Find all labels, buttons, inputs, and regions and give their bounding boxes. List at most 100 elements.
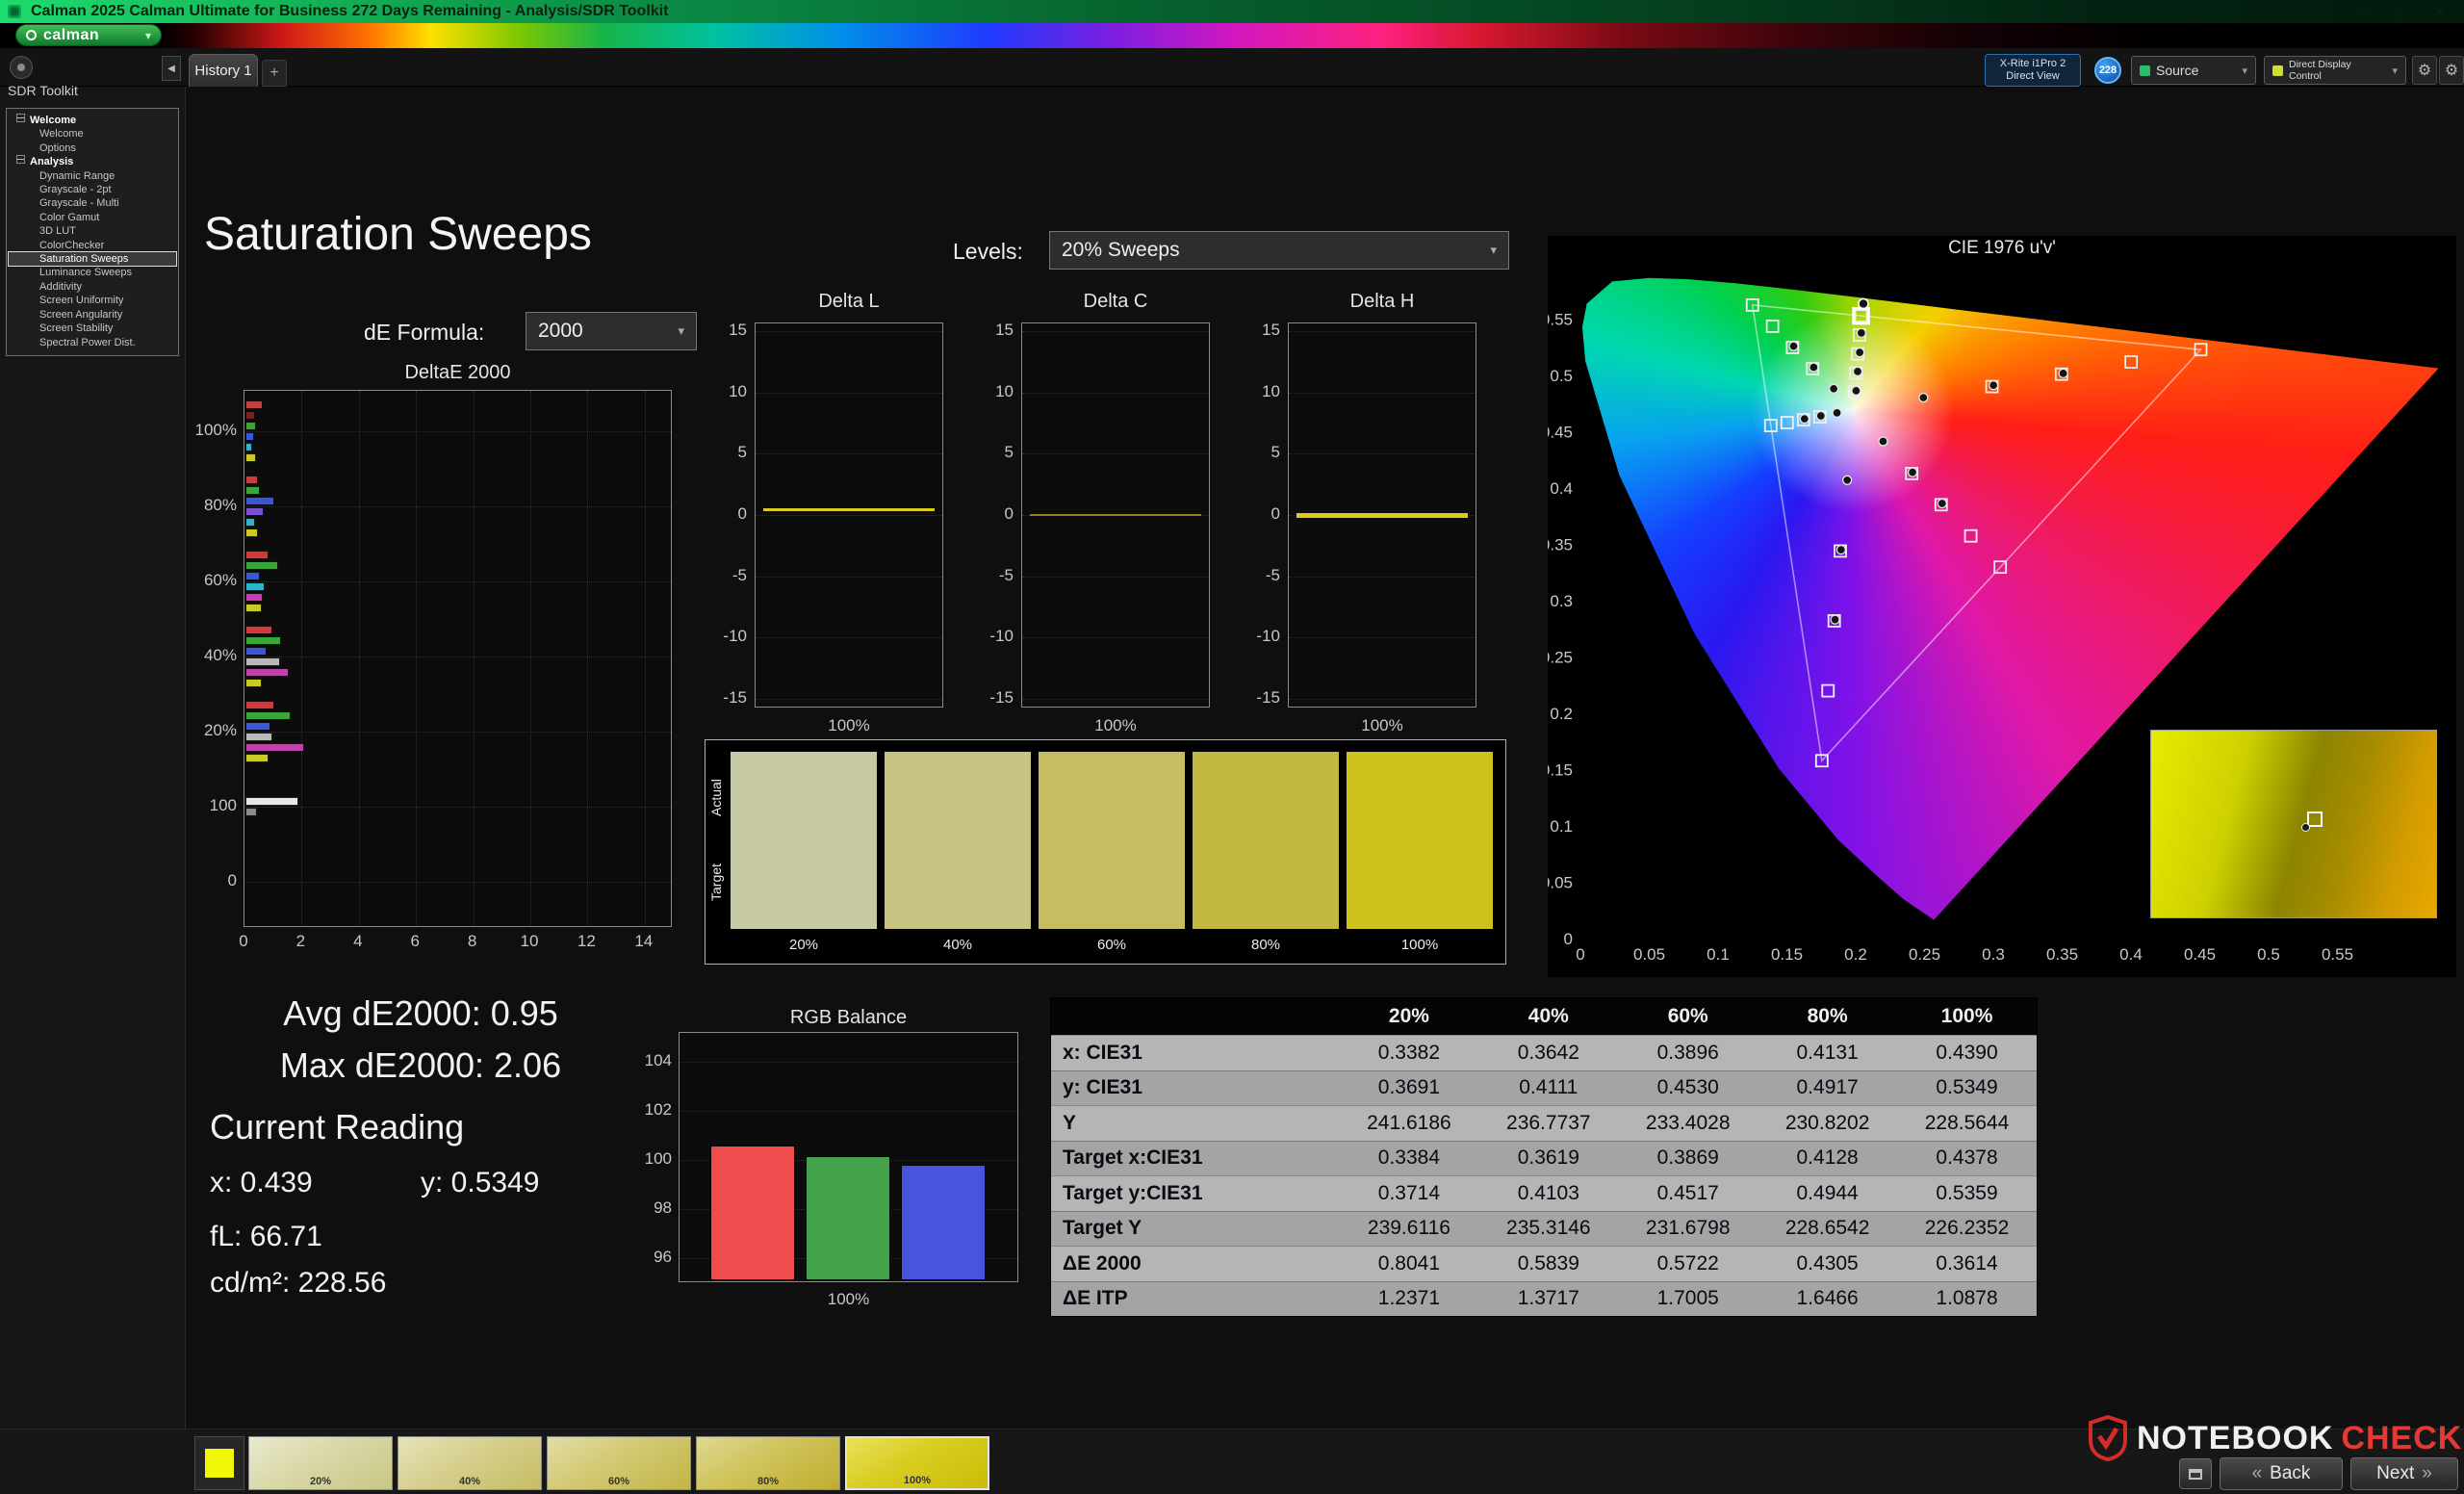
table-cell: 228.6542	[1784, 1217, 1870, 1240]
deltae-plot	[244, 390, 672, 927]
source-dropdown-label: Source	[2156, 63, 2199, 78]
history-thumbnail-20[interactable]: 20%	[248, 1436, 393, 1490]
back-button[interactable]: « Back	[2220, 1457, 2343, 1490]
delta-y-tick: -5	[998, 565, 1014, 584]
sidebar-item-spectral-power-dist[interactable]: Spectral Power Dist.	[9, 336, 176, 349]
deltae-bar	[245, 604, 262, 612]
display-control-label: Direct Display Control	[2289, 59, 2351, 82]
close-button[interactable]: ✕	[2420, 0, 2458, 23]
sidebar-item-screen-stability[interactable]: Screen Stability	[9, 322, 176, 335]
meter-line2: Direct View	[2006, 70, 2060, 82]
layout-window-button[interactable]	[2179, 1458, 2212, 1489]
deltae-chart-title: DeltaE 2000	[404, 362, 511, 383]
de-formula-label: dE Formula:	[364, 320, 485, 345]
delta-y-tick: -10	[1256, 627, 1280, 646]
cie-y-tick: 0.25	[1548, 649, 1573, 667]
levels-select[interactable]: 20% Sweeps ▾	[1049, 231, 1509, 270]
sidebar-item-colorchecker[interactable]: ColorChecker	[9, 239, 176, 252]
table-row-label: ΔE 2000	[1063, 1251, 1142, 1275]
add-tab-button[interactable]: +	[262, 60, 287, 87]
tab-history-1[interactable]: History 1	[189, 54, 258, 87]
display-control-dropdown[interactable]: Direct Display Control ▾	[2264, 56, 2406, 85]
deltae-bar	[245, 422, 257, 430]
sidebar-item-additivity[interactable]: Additivity	[9, 280, 176, 294]
current-patch-thumbnail[interactable]	[194, 1436, 244, 1490]
cie-x-tick: 0.35	[2046, 945, 2078, 964]
sidebar-item-welcome[interactable]: Welcome	[9, 127, 176, 141]
meter-button[interactable]: X-Rite i1Pro 2 Direct View	[1985, 54, 2081, 87]
source-dropdown[interactable]: Source ▾	[2131, 56, 2256, 85]
deltae-bar	[245, 582, 266, 591]
deltae-x-axis: 0 2 4 6 8 10 12 14	[239, 932, 672, 953]
sidebar-item-saturation-sweeps[interactable]: Saturation Sweeps	[8, 251, 177, 268]
meter-status-badge[interactable]: 228	[2094, 57, 2121, 84]
sidebar-item-luminance-sweeps[interactable]: Luminance Sweeps	[9, 266, 176, 279]
deltae-bar	[245, 551, 270, 559]
history-thumbnail-80[interactable]: 80%	[696, 1436, 840, 1490]
table-cell: 0.3642	[1517, 1041, 1579, 1064]
notebookcheck-text-check: CHECK	[2341, 1419, 2463, 1456]
table-row-label: ΔE ITP	[1063, 1287, 1128, 1310]
delta-y-tick: 0	[1004, 504, 1014, 523]
window-icon	[2189, 1468, 2202, 1480]
delta-y-tick: -10	[989, 627, 1014, 646]
sidebar-tree: Welcome Welcome Options Analysis Dynamic Ran…	[6, 108, 179, 356]
minimize-button[interactable]: –	[2343, 0, 2381, 23]
deltae-bar	[245, 626, 273, 634]
history-thumbnail-60[interactable]: 60%	[547, 1436, 691, 1490]
table-row-y-cie31: y: CIE31 0.3691 0.4111 0.4530 0.4917 0.5349	[1051, 1069, 2037, 1105]
de-formula-select[interactable]: 2000 ▾	[526, 312, 697, 350]
table-cell: 1.6466	[1796, 1287, 1859, 1310]
maximize-button[interactable]: □	[2381, 0, 2420, 23]
deltae-x-tick-8: 8	[467, 932, 477, 950]
table-cell: 0.4128	[1796, 1146, 1859, 1170]
table-cell: 0.3614	[1936, 1251, 1998, 1275]
cie-x-tick: 0.4	[2119, 945, 2143, 964]
current-y-value: y: 0.5349	[421, 1167, 540, 1198]
sidebar-menu-button[interactable]	[10, 56, 33, 79]
table-row-target-y-cie31: Target y:CIE31 0.3714 0.4103 0.4517 0.4944 0.…	[1051, 1175, 2037, 1211]
swatch-level-label: 60%	[1096, 937, 1127, 953]
workflow-gear-icon[interactable]: ⚙	[2439, 56, 2464, 85]
history-thumbnail-40[interactable]: 40%	[398, 1436, 542, 1490]
color-swatch-20	[731, 752, 877, 929]
avg-de2000-reading: Avg dE2000: 0.95	[283, 993, 558, 1033]
levels-label: Levels:	[953, 239, 1023, 264]
chevron-down-icon: ▾	[678, 323, 684, 338]
sidebar-section-welcome[interactable]: Welcome	[9, 114, 176, 127]
deltae-bar	[245, 507, 265, 516]
current-patch-color	[205, 1449, 234, 1478]
rgb-y-tick-100: 100	[644, 1149, 672, 1168]
target-row-label: Target	[708, 863, 724, 902]
delta-y-tick: 15	[1262, 321, 1280, 339]
history-thumbnail-100[interactable]: 100%	[845, 1436, 989, 1490]
sidebar-item-screen-angularity[interactable]: Screen Angularity	[9, 308, 176, 322]
settings-gear-icon[interactable]: ⚙	[2412, 56, 2437, 85]
sidebar-collapse-button[interactable]: ◀	[162, 56, 181, 81]
delta-plot-delta-c	[1021, 322, 1210, 708]
table-cell: 241.6186	[1367, 1111, 1451, 1134]
sidebar-item-color-gamut[interactable]: Color Gamut	[9, 211, 176, 224]
sidebar-item-options[interactable]: Options	[9, 142, 176, 155]
delta-y-tick: -5	[732, 565, 747, 584]
calman-logo-button[interactable]: calman ▾	[15, 24, 162, 46]
deltae-x-tick-4: 4	[353, 932, 363, 950]
source-icon	[2140, 64, 2150, 76]
delta-zero-line	[1296, 512, 1468, 518]
sidebar-item-screen-uniformity[interactable]: Screen Uniformity	[9, 294, 176, 307]
cie-y-tick: 0.45	[1548, 424, 1573, 442]
chevron-down-icon: ▾	[2392, 64, 2398, 77]
delta-zero-line	[1030, 514, 1201, 516]
sidebar-item-dynamic-range[interactable]: Dynamic Range	[9, 169, 176, 183]
sidebar-item-grayscale-multi[interactable]: Grayscale - Multi	[9, 196, 176, 210]
swatch-level-label: 80%	[1250, 937, 1281, 953]
sidebar-item-grayscale-2pt[interactable]: Grayscale - 2pt	[9, 183, 176, 196]
sidebar-section-analysis[interactable]: Analysis	[9, 155, 176, 168]
notebookcheck-text-notebook: NOTEBOOK	[2137, 1419, 2334, 1456]
rgb-y-tick-104: 104	[644, 1051, 672, 1069]
sidebar-item-3d-lut[interactable]: 3D LUT	[9, 224, 176, 238]
cie-chart-title: CIE 1976 u'v'	[1948, 238, 2056, 258]
next-button[interactable]: Next »	[2350, 1457, 2458, 1490]
rgb-x-label: 100%	[827, 1290, 870, 1308]
cie-x-tick: 0.45	[2184, 945, 2216, 964]
